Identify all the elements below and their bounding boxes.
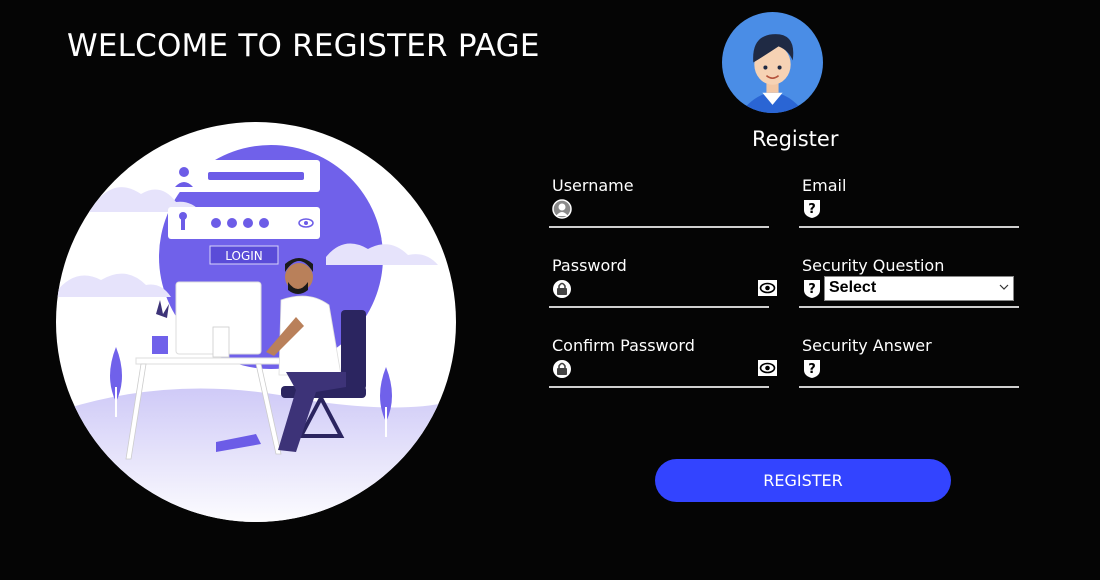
security-answer-label: Security Answer [802,336,932,355]
eye-icon[interactable] [758,360,777,376]
user-icon [552,199,572,219]
lock-icon [553,280,571,298]
security-question-field-group: Security Question ? Select [799,256,1019,316]
register-button[interactable]: REGISTER [655,459,951,502]
username-underline [549,226,769,228]
security-answer-input[interactable] [829,356,999,382]
password-field-group: Password [549,256,777,316]
password-input[interactable] [579,276,749,302]
page-title: WELCOME TO REGISTER PAGE [67,28,540,64]
username-input[interactable] [579,196,749,222]
email-label: Email [802,176,847,195]
question-shield-icon: ? [804,200,820,218]
confirm-password-field-group: Confirm Password [549,336,777,396]
form-title: Register [752,127,839,151]
chevron-down-icon [999,284,1009,290]
illustration-login-label: LOGIN [225,249,263,263]
email-input[interactable] [829,196,999,222]
username-field-group: Username [549,176,769,236]
email-field-group: Email ? [799,176,1019,236]
lock-icon [553,360,571,378]
svg-text:?: ? [808,282,816,297]
password-underline [549,306,769,308]
security-question-label: Security Question [802,256,945,275]
register-illustration: LOGIN [56,122,456,522]
security-answer-field-group: Security Answer ? [799,336,1019,396]
confirm-password-input[interactable] [579,356,749,382]
question-shield-icon: ? [804,280,820,298]
password-label: Password [552,256,627,275]
eye-icon[interactable] [758,280,777,296]
username-label: Username [552,176,634,195]
security-question-selected: Select [829,279,877,296]
security-question-select[interactable]: Select [824,276,1014,301]
svg-text:?: ? [808,202,816,217]
confirm-password-underline [549,386,769,388]
email-underline [799,226,1019,228]
security-question-underline [799,306,1019,308]
security-answer-underline [799,386,1019,388]
avatar [722,12,823,113]
confirm-password-label: Confirm Password [552,336,695,355]
question-shield-icon: ? [804,360,820,378]
svg-text:?: ? [808,362,816,377]
